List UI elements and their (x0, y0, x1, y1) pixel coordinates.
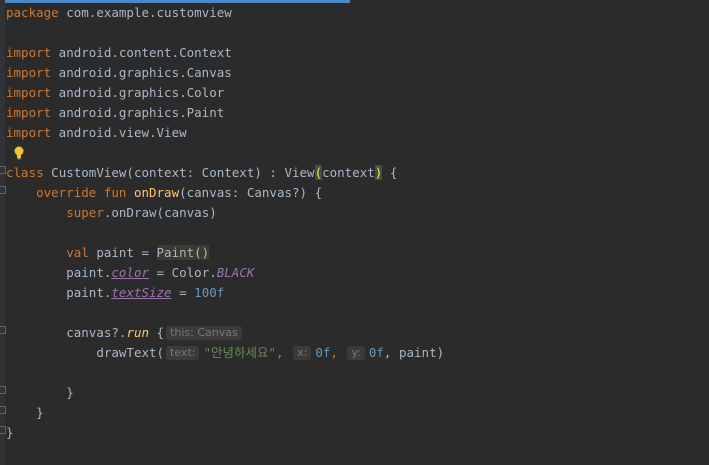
comma: , (276, 345, 284, 360)
import-path: android.graphics.Paint (51, 105, 225, 120)
import-keyword: import (6, 45, 52, 60)
textsize-value: 100f (194, 285, 225, 300)
code-line-close-run: } (6, 383, 709, 403)
override-keyword: override fun (36, 185, 134, 200)
color-property: color (111, 265, 150, 280)
ondraw-function-name: onDraw (133, 185, 180, 200)
drawtext-call: drawText( (96, 345, 165, 360)
code-line-val-paint: val paint = Paint() (6, 243, 709, 263)
comma: , (330, 345, 338, 360)
code-line-super: super.onDraw(canvas) (6, 203, 709, 223)
y-value: 0f (368, 345, 384, 360)
code-line-run: canvas?.run {this: Canvas (6, 323, 709, 343)
paint-ref: paint. (66, 265, 112, 280)
inlay-hint-text: text: (166, 346, 200, 360)
val-keyword: val (66, 245, 89, 260)
import-keyword: import (6, 85, 52, 100)
code-line-drawtext: drawText(text: "안녕하세요", x: 0f, y: 0f, paint… (6, 343, 709, 363)
code-line-import: import android.graphics.Canvas (6, 63, 709, 83)
code-line-import: import android.graphics.Paint (6, 103, 709, 123)
x-value: 0f (315, 345, 331, 360)
drawtext-string: "안녕하세요" (203, 345, 277, 360)
close-brace: } (36, 405, 44, 420)
class-keyword: class (6, 165, 44, 180)
import-keyword: import (6, 125, 52, 140)
close-brace: } (66, 385, 74, 400)
import-path: android.graphics.Canvas (51, 65, 232, 80)
textsize-assign: = (171, 285, 195, 300)
code-line-textsize: paint.textSize = 100f (6, 283, 709, 303)
import-path: android.graphics.Color (51, 85, 225, 100)
ondraw-signature: (canvas: Canvas?) { (179, 185, 323, 200)
drawtext-tail: , paint) (383, 345, 445, 360)
inlay-hint-receiver: this: Canvas (166, 326, 242, 340)
super-call: .onDraw(canvas) (103, 205, 217, 220)
canvas-ref: canvas?. (66, 325, 127, 340)
import-keyword: import (6, 105, 52, 120)
code-line-close-fun: } (6, 403, 709, 423)
run-open-brace: { (149, 325, 165, 340)
code-line-close-class: } (6, 423, 709, 443)
textsize-property: textSize (111, 285, 172, 300)
super-keyword: super (66, 205, 104, 220)
package-name: com.example.customview (58, 5, 232, 20)
run-function: run (126, 325, 150, 340)
import-path: android.content.Context (51, 45, 232, 60)
import-keyword: import (6, 65, 52, 80)
code-line-ondraw: override fun onDraw(canvas: Canvas?) { (6, 183, 709, 203)
inlay-hint-y: y: (347, 346, 365, 360)
color-assign: = Color. (149, 265, 217, 280)
paint-ref: paint. (66, 285, 112, 300)
code-line-import: import android.content.Context (6, 43, 709, 63)
val-declaration: paint = (88, 245, 157, 260)
code-line-color: paint.color = Color.BLACK (6, 263, 709, 283)
import-path: android.view.View (51, 125, 187, 140)
close-brace: } (6, 425, 14, 440)
code-line-package: package com.example.customview (6, 3, 709, 23)
inlay-hint-x: x: (293, 346, 312, 360)
class-super-arg: context (322, 165, 375, 180)
paint-constructor: Paint() (156, 245, 210, 260)
package-keyword: package (6, 5, 59, 20)
code-line-import: import android.graphics.Color (6, 83, 709, 103)
code-line-import: import android.view.View (6, 123, 709, 143)
class-declaration: CustomView(context: Context) : View (43, 165, 315, 180)
code-line-class: class CustomView(context: Context) : Vie… (6, 163, 709, 183)
color-black-constant: BLACK (216, 265, 255, 280)
paren-match-open: ( (314, 165, 323, 180)
code-editor[interactable]: package com.example.customview import an… (6, 3, 709, 443)
class-open-brace: { (382, 165, 398, 180)
editor-gutter (0, 0, 5, 465)
